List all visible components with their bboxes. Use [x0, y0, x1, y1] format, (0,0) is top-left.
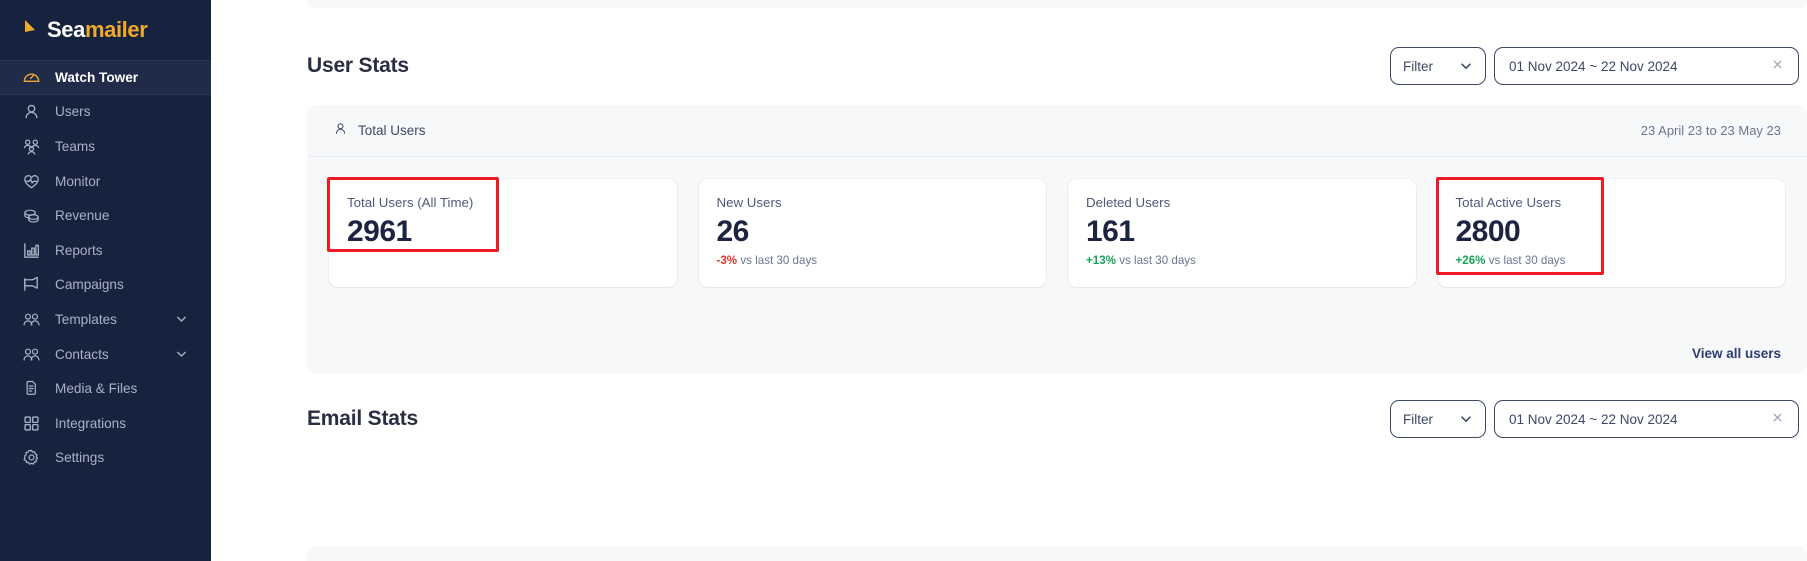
panel-header-label: Total Users	[358, 123, 426, 138]
user-stats-controls: Filter 01 Nov 2024 ~ 22 Nov 2024	[1390, 47, 1799, 85]
date-range-value: 01 Nov 2024 ~ 22 Nov 2024	[1509, 411, 1678, 427]
sidebar-item-label: Campaigns	[55, 277, 124, 293]
total-users-panel: Total Users 23 April 23 to 23 May 23 Tot…	[307, 105, 1807, 373]
filter-label: Filter	[1403, 411, 1433, 427]
user-icon	[333, 121, 348, 141]
users-group-icon	[22, 137, 41, 156]
user-stats-title: User Stats	[307, 54, 409, 77]
sidebar-item-monitor[interactable]: Monitor	[0, 164, 211, 199]
stat-card-total-users-all-time[interactable]: Total Users (All Time) 2961	[327, 177, 677, 287]
brand-name-primary: Sea	[47, 17, 85, 42]
chevron-down-icon[interactable]	[175, 348, 188, 361]
sidebar-item-label: Revenue	[55, 208, 110, 224]
bar-chart-icon	[22, 241, 41, 260]
stat-card-label: Total Active Users	[1455, 195, 1562, 210]
chevron-down-icon	[1459, 59, 1473, 73]
close-icon[interactable]	[1771, 411, 1784, 427]
stat-card-value: 2800	[1455, 215, 1521, 248]
sidebar-item-label: Integrations	[55, 415, 127, 431]
stat-card-delta: +13% vs last 30 days	[1086, 254, 1398, 267]
coins-icon	[22, 206, 41, 225]
stat-card-delta-note: vs last 30 days	[1119, 253, 1196, 267]
stat-card-delta-note: vs last 30 days	[740, 253, 818, 267]
grid-squares-icon	[22, 414, 41, 433]
stat-card-value: 161	[1086, 215, 1135, 248]
brand-logo[interactable]: Seamailer	[0, 0, 211, 60]
stat-card-total-active-users[interactable]: Total Active Users 2800 +26% vs last 30 …	[1435, 177, 1785, 287]
sidebar-item-label: Contacts	[55, 346, 109, 362]
chevron-down-icon	[1459, 412, 1473, 426]
sidebar-item-label: Reports	[55, 242, 103, 258]
sidebar-item-label: Media & Files	[55, 381, 138, 397]
sidebar-item-media-and-files[interactable]: Media & Files	[0, 371, 211, 406]
stat-cards: Total Users (All Time) 2961 New Users 26…	[307, 157, 1807, 287]
sidebar-item-label: Users	[55, 104, 91, 120]
sidebar-item-teams[interactable]: Teams	[0, 129, 211, 164]
stat-card-value: 2961	[347, 215, 412, 248]
stat-card-deleted-users[interactable]: Deleted Users 161 +13% vs last 30 days	[1068, 179, 1416, 287]
sidebar-item-label: Settings	[55, 450, 105, 466]
user-stats-filter-button[interactable]: Filter	[1390, 47, 1486, 85]
main-content: User Stats Filter 01 Nov 2024 ~ 22 Nov 2…	[211, 0, 1807, 561]
panel-header-left: Total Users	[333, 121, 426, 141]
stat-card-delta-note: vs last 30 days	[1488, 253, 1566, 267]
filter-label: Filter	[1403, 58, 1433, 74]
sidebar-item-watch-tower[interactable]: Watch Tower	[0, 60, 211, 95]
panel-header: Total Users 23 April 23 to 23 May 23	[307, 105, 1807, 157]
stat-card-delta-percent: +13%	[1086, 253, 1116, 267]
stat-card-delta-percent: +26%	[1455, 253, 1486, 267]
user-stats-date-range-input[interactable]: 01 Nov 2024 ~ 22 Nov 2024	[1494, 47, 1799, 85]
sail-arrow-icon	[22, 19, 38, 42]
sidebar-item-label: Templates	[55, 311, 117, 327]
sidebar: Seamailer Watch Tower Users Teams Monito…	[0, 0, 211, 561]
email-stats-title: Email Stats	[307, 407, 419, 430]
view-all-users-link[interactable]: View all users	[1692, 346, 1781, 361]
gear-icon	[22, 448, 41, 467]
sidebar-item-contacts[interactable]: Contacts	[0, 337, 211, 372]
app-root: Seamailer Watch Tower Users Teams Monito…	[0, 0, 1807, 561]
sidebar-item-label: Watch Tower	[55, 69, 139, 85]
gauge-icon	[22, 68, 41, 87]
stat-card-label: Total Users (All Time)	[347, 195, 474, 210]
email-stats-filter-button[interactable]: Filter	[1390, 400, 1486, 438]
stat-card-label: New Users	[716, 195, 782, 210]
brand-name-secondary: mailer	[84, 17, 148, 42]
sidebar-item-campaigns[interactable]: Campaigns	[0, 268, 211, 303]
stat-card-delta-percent: -3%	[716, 253, 738, 267]
brand-name: Seamailer	[47, 17, 148, 43]
sidebar-item-label: Monitor	[55, 173, 101, 189]
date-range-value: 01 Nov 2024 ~ 22 Nov 2024	[1509, 58, 1678, 74]
user-pair-icon	[22, 345, 41, 364]
sidebar-item-settings[interactable]: Settings	[0, 441, 211, 476]
email-stats-controls: Filter 01 Nov 2024 ~ 22 Nov 2024	[1390, 400, 1799, 438]
previous-panel-bottom-edge	[307, 0, 1807, 8]
stat-card-value: 26	[716, 215, 750, 248]
sidebar-item-integrations[interactable]: Integrations	[0, 406, 211, 441]
email-stats-date-range-input[interactable]: 01 Nov 2024 ~ 22 Nov 2024	[1494, 400, 1799, 438]
sidebar-item-reports[interactable]: Reports	[0, 233, 211, 268]
sidebar-item-revenue[interactable]: Revenue	[0, 198, 211, 233]
heart-pulse-icon	[22, 172, 41, 191]
close-icon[interactable]	[1771, 58, 1784, 74]
documents-icon	[22, 379, 41, 398]
stat-card-label: Deleted Users	[1086, 195, 1171, 210]
sidebar-nav: Watch Tower Users Teams Monitor Revenue …	[0, 60, 211, 475]
chevron-down-icon[interactable]	[175, 313, 188, 326]
stat-card-delta: +26% vs last 30 days	[1456, 254, 1768, 267]
sidebar-item-templates[interactable]: Templates	[0, 302, 211, 337]
sidebar-item-users[interactable]: Users	[0, 95, 211, 130]
user-icon	[22, 102, 41, 121]
sidebar-item-label: Teams	[55, 138, 96, 154]
stat-card-new-users[interactable]: New Users 26 -3% vs last 30 days	[698, 179, 1046, 287]
panel-header-date-range: 23 April 23 to 23 May 23	[1640, 123, 1781, 138]
stat-card-delta: -3% vs last 30 days	[717, 254, 1029, 267]
user-pair-icon	[22, 310, 41, 329]
megaphone-icon	[22, 275, 41, 294]
email-stats-panel-top-edge	[307, 546, 1807, 561]
